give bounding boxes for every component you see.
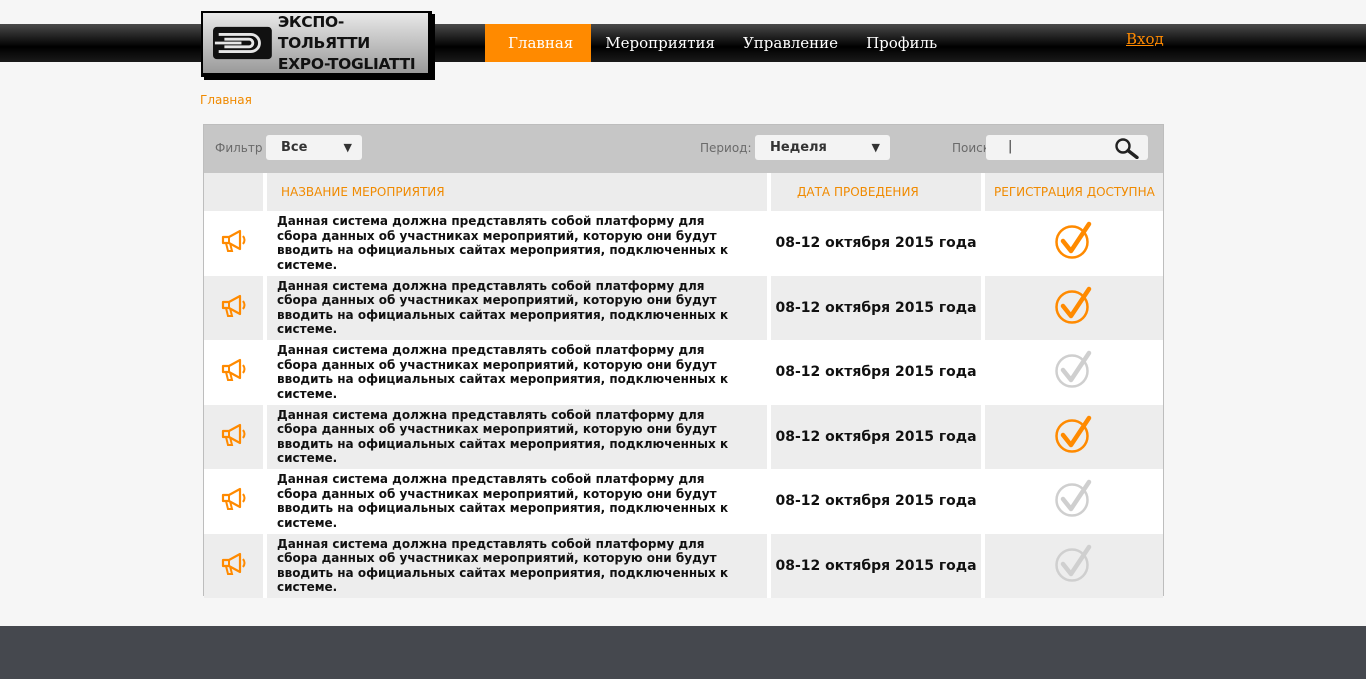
check-active-icon[interactable] xyxy=(1054,286,1094,330)
check-inactive-icon[interactable] xyxy=(1054,544,1094,588)
expo-logo-icon xyxy=(213,26,272,60)
event-name[interactable]: Данная система должна представлять собой… xyxy=(277,214,747,272)
table-row[interactable]: Данная система должна представлять собой… xyxy=(204,211,1163,276)
event-name-cell: Данная система должна представлять собой… xyxy=(267,469,767,534)
header-icon-column xyxy=(204,173,263,211)
filter-value: Все xyxy=(281,140,308,155)
main-nav: Главная Мероприятия Управление Профиль xyxy=(485,24,951,62)
search-input[interactable]: | xyxy=(986,135,1148,160)
event-date: 08-12 октября 2015 года xyxy=(775,428,977,445)
site-logo[interactable]: ЭКСПО-ТОЛЬЯТТИ EXPO-TOGLIATTI xyxy=(201,11,432,77)
event-name-cell: Данная система должна представлять собой… xyxy=(267,276,767,341)
login-link[interactable]: Вход xyxy=(1126,30,1164,48)
registration-cell xyxy=(985,469,1163,534)
logo-line-ru: ЭКСПО-ТОЛЬЯТТИ xyxy=(277,12,370,52)
row-icon-cell xyxy=(204,405,263,470)
header-event-name[interactable]: НАЗВАНИЕ МЕРОПРИЯТИЯ xyxy=(267,173,767,211)
header-registration[interactable]: РЕГИСТРАЦИЯ ДОСТУПНА xyxy=(985,173,1163,211)
table-row[interactable]: Данная система должна представлять собой… xyxy=(204,533,1163,599)
table-header: НАЗВАНИЕ МЕРОПРИЯТИЯ ДАТА ПРОВЕДЕНИЯ РЕГ… xyxy=(204,173,1163,211)
event-name[interactable]: Данная система должна представлять собой… xyxy=(277,537,747,595)
row-icon-cell xyxy=(204,340,263,405)
event-date: 08-12 октября 2015 года xyxy=(775,493,977,510)
dropdown-arrow-icon: ▼ xyxy=(871,141,880,154)
dropdown-arrow-icon: ▼ xyxy=(343,141,352,154)
magnifier-icon[interactable] xyxy=(1112,137,1140,159)
filter-label: Фильтр xyxy=(215,141,263,155)
megaphone-icon xyxy=(220,551,248,581)
header-event-date[interactable]: ДАТА ПРОВЕДЕНИЯ xyxy=(771,173,981,211)
row-icon-cell xyxy=(204,469,263,534)
logo-text: ЭКСПО-ТОЛЬЯТТИ EXPO-TOGLIATTI xyxy=(278,12,428,75)
event-name[interactable]: Данная система должна представлять собой… xyxy=(277,472,747,530)
registration-cell xyxy=(985,276,1163,341)
period-select[interactable]: Неделя ▼ xyxy=(755,135,890,160)
event-name-cell: Данная система должна представлять собой… xyxy=(267,211,767,276)
check-active-icon[interactable] xyxy=(1054,221,1094,265)
event-name-cell: Данная система должна представлять собой… xyxy=(267,405,767,470)
nav-item-events[interactable]: Мероприятия xyxy=(591,24,729,62)
megaphone-icon xyxy=(220,293,248,323)
logo-plate: ЭКСПО-ТОЛЬЯТТИ EXPO-TOGLIATTI xyxy=(203,13,428,73)
check-active-icon[interactable] xyxy=(1054,415,1094,459)
table-row[interactable]: Данная система должна представлять собой… xyxy=(204,469,1163,534)
period-label: Период: xyxy=(700,141,752,155)
filter-bar: Фильтр Все ▼ Период: Неделя ▼ Поиск: | xyxy=(204,125,1163,173)
events-panel: Фильтр Все ▼ Период: Неделя ▼ Поиск: | Н… xyxy=(203,124,1164,598)
event-name-cell: Данная система должна представлять собой… xyxy=(267,340,767,405)
row-icon-cell xyxy=(204,534,263,599)
registration-cell xyxy=(985,405,1163,470)
registration-cell xyxy=(985,340,1163,405)
breadcrumb[interactable]: Главная xyxy=(200,93,252,107)
table-row[interactable]: Данная система должна представлять собой… xyxy=(204,404,1163,470)
event-date: 08-12 октября 2015 года xyxy=(775,364,977,381)
table-row[interactable]: Данная система должна представлять собой… xyxy=(204,340,1163,405)
event-name[interactable]: Данная система должна представлять собой… xyxy=(277,408,747,466)
table-row[interactable]: Данная система должна представлять собой… xyxy=(204,275,1163,341)
event-date: 08-12 октября 2015 года xyxy=(775,299,977,316)
period-value: Неделя xyxy=(770,140,827,155)
megaphone-icon xyxy=(220,486,248,516)
check-inactive-icon[interactable] xyxy=(1054,479,1094,523)
nav-item-management[interactable]: Управление xyxy=(729,24,852,62)
event-name-cell: Данная система должна представлять собой… xyxy=(267,534,767,599)
row-icon-cell xyxy=(204,211,263,276)
row-icon-cell xyxy=(204,276,263,341)
event-date: 08-12 октября 2015 года xyxy=(775,235,977,252)
nav-item-profile[interactable]: Профиль xyxy=(852,24,951,62)
registration-cell xyxy=(985,534,1163,599)
megaphone-icon xyxy=(220,422,248,452)
megaphone-icon xyxy=(220,357,248,387)
event-name[interactable]: Данная система должна представлять собой… xyxy=(277,343,747,401)
megaphone-icon xyxy=(220,228,248,258)
table-body: Данная система должна представлять собой… xyxy=(204,211,1163,598)
search-value: | xyxy=(1008,139,1013,154)
filter-select[interactable]: Все ▼ xyxy=(266,135,362,160)
event-name[interactable]: Данная система должна представлять собой… xyxy=(277,279,747,337)
logo-line-en: EXPO-TOGLIATTI xyxy=(277,54,416,73)
check-inactive-icon[interactable] xyxy=(1054,350,1094,394)
event-date: 08-12 октября 2015 года xyxy=(775,557,977,574)
nav-item-home[interactable]: Главная xyxy=(485,24,592,62)
page-footer xyxy=(0,626,1366,679)
registration-cell xyxy=(985,211,1163,276)
